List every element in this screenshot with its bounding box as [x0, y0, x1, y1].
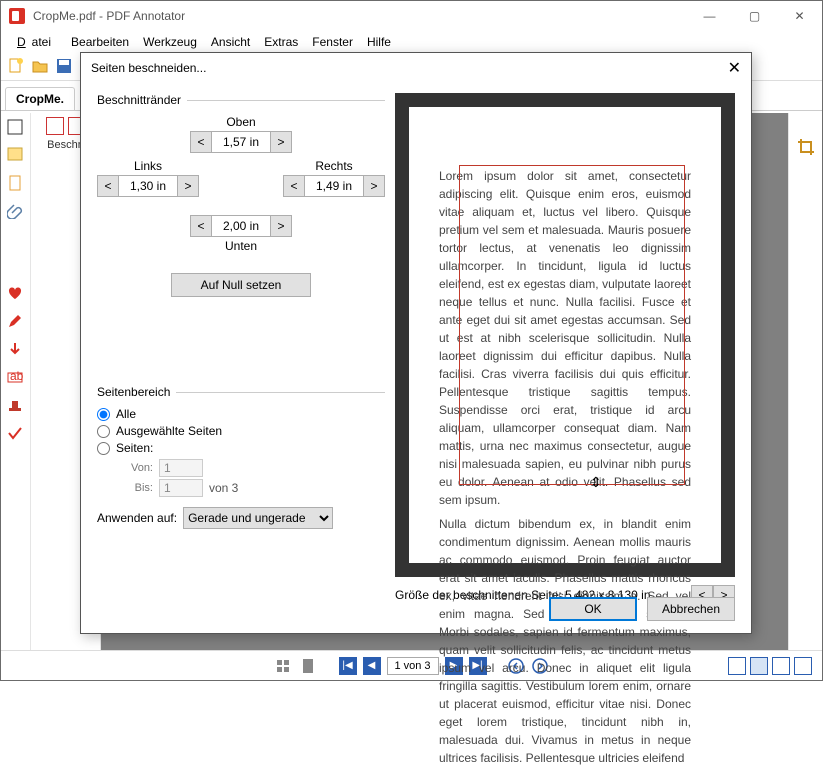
from-label: Von: [127, 462, 153, 474]
left-margin-input[interactable] [119, 175, 177, 197]
bottom-margin-spinner[interactable]: < > [190, 215, 292, 237]
range-selected-label: Ausgewählte Seiten [116, 424, 222, 438]
right-label: Rechts [315, 159, 352, 173]
heart-icon[interactable] [7, 285, 25, 303]
range-pages-radio[interactable] [97, 442, 110, 455]
resize-cursor-icon: ⇕ [590, 474, 602, 491]
right-margin-spinner[interactable]: < > [283, 175, 385, 197]
close-button[interactable]: ✕ [777, 1, 822, 31]
document-tab[interactable]: CropMe. [5, 87, 75, 110]
rect-select-icon[interactable] [7, 119, 25, 137]
left-dec-button[interactable]: < [97, 175, 119, 197]
range-all-radio[interactable] [97, 408, 110, 421]
app-icon [9, 8, 25, 24]
from-input [159, 459, 203, 477]
new-icon[interactable] [7, 57, 27, 77]
crop-label: Beschn [47, 139, 84, 151]
right-dec-button[interactable]: < [283, 175, 305, 197]
menu-datei[interactable]: Datei [11, 33, 63, 51]
pointer-icon[interactable] [46, 117, 64, 135]
stamp-icon[interactable] [7, 397, 25, 415]
attachment-icon[interactable] [7, 203, 25, 221]
top-inc-button[interactable]: > [270, 131, 292, 153]
bottom-label: Unten [225, 239, 257, 253]
top-dec-button[interactable]: < [190, 131, 212, 153]
dialog-title: Seiten beschneiden... [91, 61, 206, 75]
arrow-down-icon[interactable] [7, 341, 25, 359]
save-icon[interactable] [55, 57, 75, 77]
page-icon[interactable] [7, 175, 25, 193]
top-label: Oben [97, 115, 385, 129]
pen-icon[interactable] [7, 313, 25, 331]
titlebar: CropMe.pdf - PDF Annotator — ▢ ✕ [1, 1, 822, 31]
statusbar: |◀ ◀ ▶ ▶| [1, 650, 822, 680]
to-label: Bis: [127, 482, 153, 494]
cancel-button[interactable]: Abbrechen [647, 597, 735, 621]
reset-margins-button[interactable]: Auf Null setzen [171, 273, 311, 297]
view-single-icon[interactable] [728, 657, 746, 675]
ok-button[interactable]: OK [549, 597, 637, 621]
right-rail [788, 113, 822, 650]
page-input[interactable] [387, 657, 439, 675]
bottom-dec-button[interactable]: < [190, 215, 212, 237]
first-page-button[interactable]: |◀ [339, 657, 357, 675]
menu-hilfe[interactable]: Hilfe [361, 33, 397, 51]
crop-icon[interactable] [796, 137, 816, 157]
text-label-icon[interactable]: abl [7, 369, 25, 387]
top-margin-spinner[interactable]: < > [190, 131, 292, 153]
range-selected-radio[interactable] [97, 425, 110, 438]
margins-group-header: Beschnittränder [97, 93, 385, 107]
view-continuous-icon[interactable] [750, 657, 768, 675]
minimize-button[interactable]: — [687, 1, 732, 31]
menu-fenster[interactable]: Fenster [306, 33, 359, 51]
apply-select[interactable]: Gerade und ungerade [183, 507, 333, 529]
left-inc-button[interactable]: > [177, 175, 199, 197]
note-icon[interactable] [7, 147, 25, 165]
left-margin-spinner[interactable]: < > [97, 175, 199, 197]
menubar: Datei Bearbeiten Werkzeug Ansicht Extras… [1, 31, 822, 53]
range-all-label: Alle [116, 407, 136, 421]
preview-page[interactable]: Lorem ipsum dolor sit amet, consectetur … [409, 107, 721, 563]
view-two-continuous-icon[interactable] [794, 657, 812, 675]
bottom-margin-input[interactable] [212, 215, 270, 237]
apply-label: Anwenden auf: [97, 511, 177, 525]
left-tool-rail: abl [1, 113, 31, 650]
crop-dialog: Seiten beschneiden... ✕ Beschnittränder … [80, 52, 752, 634]
prev-page-button[interactable]: ◀ [363, 657, 381, 675]
crop-rectangle[interactable] [459, 165, 685, 485]
range-group-header: Seitenbereich [97, 385, 385, 399]
dialog-titlebar: Seiten beschneiden... ✕ [81, 53, 751, 83]
menu-extras[interactable]: Extras [258, 33, 304, 51]
open-icon[interactable] [31, 57, 51, 77]
menu-ansicht[interactable]: Ansicht [205, 33, 256, 51]
menu-bearbeiten[interactable]: Bearbeiten [65, 33, 135, 51]
thumbs-icon[interactable] [275, 657, 293, 675]
right-margin-input[interactable] [305, 175, 363, 197]
preview-frame: Lorem ipsum dolor sit amet, consectetur … [395, 93, 735, 577]
left-label: Links [134, 159, 162, 173]
svg-text:abl: abl [10, 369, 23, 383]
maximize-button[interactable]: ▢ [732, 1, 777, 31]
page-icon-status[interactable] [299, 657, 317, 675]
dialog-close-button[interactable]: ✕ [711, 58, 741, 78]
range-pages-label: Seiten: [116, 441, 153, 455]
top-margin-input[interactable] [212, 131, 270, 153]
view-mode-icons [728, 657, 812, 675]
window-title: CropMe.pdf - PDF Annotator [33, 9, 185, 23]
to-input [159, 479, 203, 497]
bottom-inc-button[interactable]: > [270, 215, 292, 237]
to-suffix: von 3 [209, 481, 238, 495]
check-icon[interactable] [7, 425, 25, 443]
menu-werkzeug[interactable]: Werkzeug [137, 33, 203, 51]
view-two-page-icon[interactable] [772, 657, 790, 675]
right-inc-button[interactable]: > [363, 175, 385, 197]
